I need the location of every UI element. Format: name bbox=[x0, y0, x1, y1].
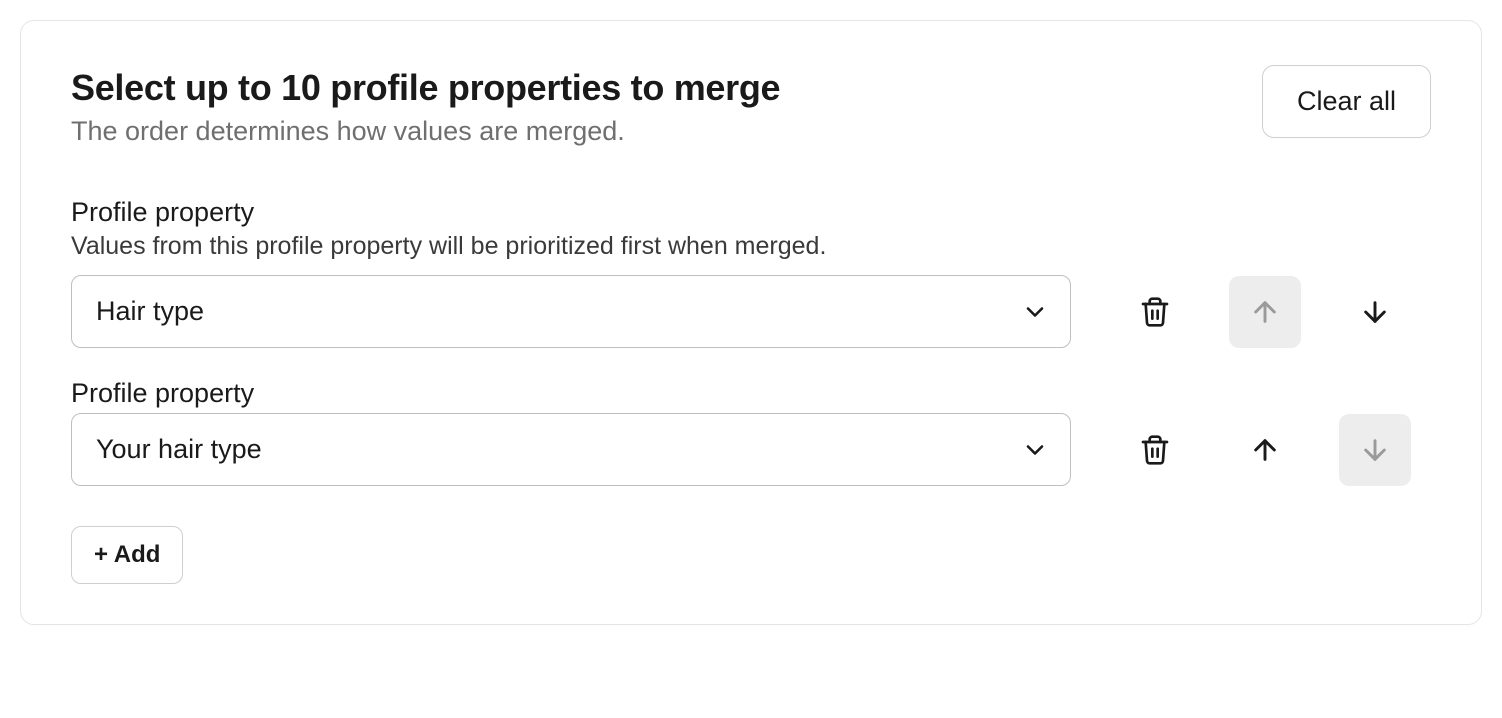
property-select[interactable]: Your hair type bbox=[71, 413, 1071, 486]
delete-button[interactable] bbox=[1119, 276, 1191, 348]
move-up-button bbox=[1229, 276, 1301, 348]
arrow-down-icon bbox=[1359, 434, 1391, 466]
delete-button[interactable] bbox=[1119, 414, 1191, 486]
add-button[interactable]: + Add bbox=[71, 526, 183, 584]
property-block: Profile property Your hair type bbox=[71, 378, 1431, 486]
move-up-button[interactable] bbox=[1229, 414, 1301, 486]
trash-icon bbox=[1139, 434, 1171, 466]
move-down-button bbox=[1339, 414, 1411, 486]
property-select-wrap: Your hair type bbox=[71, 413, 1071, 486]
header-text-group: Select up to 10 profile properties to me… bbox=[71, 65, 780, 147]
clear-all-button[interactable]: Clear all bbox=[1262, 65, 1431, 138]
row-actions bbox=[1119, 276, 1411, 348]
property-select-wrap: Hair type bbox=[71, 275, 1071, 348]
property-hint: Values from this profile property will b… bbox=[71, 232, 1431, 261]
property-row: Your hair type bbox=[71, 413, 1431, 486]
merge-properties-card: Select up to 10 profile properties to me… bbox=[20, 20, 1482, 625]
card-header: Select up to 10 profile properties to me… bbox=[71, 65, 1431, 147]
arrow-down-icon bbox=[1359, 296, 1391, 328]
card-subtitle: The order determines how values are merg… bbox=[71, 116, 780, 147]
trash-icon bbox=[1139, 296, 1171, 328]
move-down-button[interactable] bbox=[1339, 276, 1411, 348]
property-label: Profile property bbox=[71, 197, 1431, 228]
arrow-up-icon bbox=[1249, 434, 1281, 466]
property-row: Hair type bbox=[71, 275, 1431, 348]
row-actions bbox=[1119, 414, 1411, 486]
property-block: Profile property Values from this profil… bbox=[71, 197, 1431, 348]
arrow-up-icon bbox=[1249, 296, 1281, 328]
property-select[interactable]: Hair type bbox=[71, 275, 1071, 348]
card-title: Select up to 10 profile properties to me… bbox=[71, 65, 780, 110]
property-label: Profile property bbox=[71, 378, 1431, 409]
